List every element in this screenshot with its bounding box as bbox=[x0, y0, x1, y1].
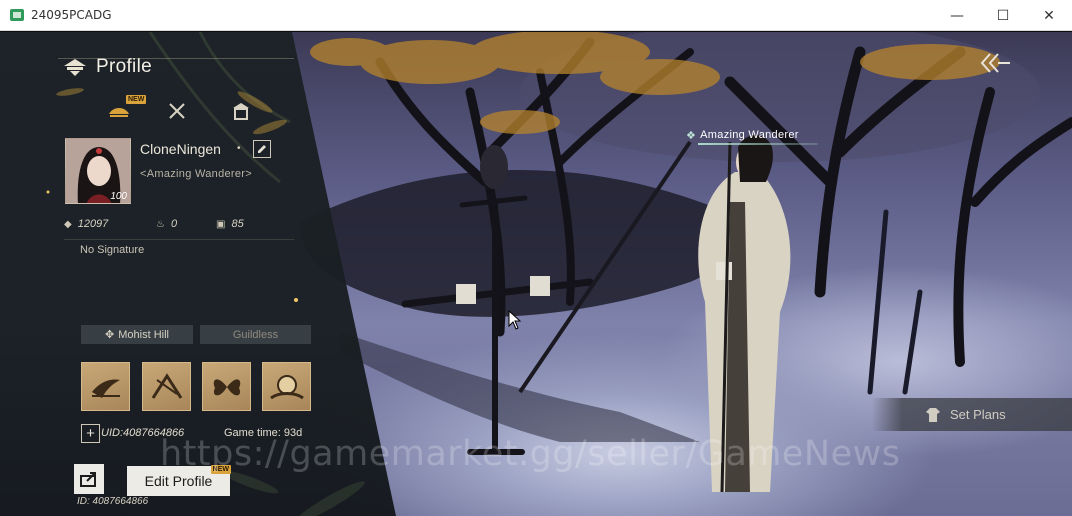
divider bbox=[64, 239, 294, 240]
double-chevron-left-icon bbox=[980, 53, 1010, 73]
new-badge: NEW bbox=[126, 95, 147, 104]
player-name: CloneNingen bbox=[140, 141, 221, 157]
pavilion-icon bbox=[233, 103, 249, 120]
crossed-swords-icon bbox=[169, 103, 185, 119]
avatar[interactable]: 100 bbox=[65, 138, 131, 204]
stat-flame: ♨ 0 bbox=[156, 218, 177, 230]
window-title: 24095PCADG bbox=[31, 8, 112, 22]
badge-slot-4[interactable] bbox=[262, 362, 311, 411]
diamond-icon: ◆ bbox=[64, 218, 72, 230]
crane-badge-icon bbox=[91, 379, 120, 398]
gender-icon: • bbox=[237, 143, 241, 154]
maximize-button[interactable]: ☐ bbox=[980, 0, 1026, 31]
watermark: https://gamemarket.gg/seller/GameNews bbox=[160, 434, 901, 474]
profile-header: Profile bbox=[62, 56, 152, 78]
nameplate-title: Amazing Wanderer bbox=[700, 129, 799, 141]
stats-row: ◆ 12097 ♨ 0 ▣ 85 bbox=[64, 218, 294, 232]
stat-value: 85 bbox=[231, 218, 244, 230]
guild-label[interactable]: Guildless bbox=[200, 325, 311, 344]
stat-value: 0 bbox=[170, 218, 178, 230]
signature-text[interactable]: No Signature bbox=[80, 244, 144, 256]
butterfly-badge-icon bbox=[213, 378, 240, 395]
page-title: Profile bbox=[96, 56, 152, 77]
chart-icon: ▣ bbox=[216, 218, 226, 230]
edit-profile-label: Edit Profile bbox=[144, 473, 213, 489]
edit-name-button[interactable] bbox=[253, 140, 271, 158]
sun-crest-icon bbox=[64, 59, 86, 76]
window-controls: — ☐ ✕ bbox=[934, 0, 1072, 31]
nameplate-icon: ❖ bbox=[686, 129, 697, 142]
profile-tabs: NEW bbox=[90, 95, 300, 124]
game-viewport: Profile NEW 100 CloneNingen • <Amazing W… bbox=[0, 32, 1072, 516]
badge-slot-2[interactable] bbox=[142, 362, 191, 411]
stat-power: ◆ 12097 bbox=[64, 218, 108, 230]
back-button[interactable] bbox=[976, 50, 1014, 76]
share-icon bbox=[80, 472, 96, 487]
badge-slot-1[interactable] bbox=[81, 362, 130, 411]
mouse-cursor-icon bbox=[508, 310, 522, 330]
tab-divider bbox=[58, 58, 294, 59]
set-plans-button[interactable]: Set Plans bbox=[872, 398, 1072, 431]
level-badge: 100 bbox=[110, 191, 127, 202]
tab-combat[interactable] bbox=[162, 98, 192, 124]
nameplate-bar bbox=[698, 143, 818, 145]
sect-icon: ✥ bbox=[105, 329, 115, 341]
pencil-icon bbox=[258, 145, 266, 153]
sun-crest-icon bbox=[109, 108, 129, 117]
sect-name: Mohist Hill bbox=[118, 328, 169, 341]
stat-rank: ▣ 85 bbox=[216, 218, 244, 230]
window-titlebar: 24095PCADG — ☐ ✕ bbox=[0, 0, 1072, 31]
add-button[interactable]: + bbox=[81, 424, 100, 443]
sect-label[interactable]: ✥ Mohist Hill bbox=[81, 325, 193, 344]
close-button[interactable]: ✕ bbox=[1026, 0, 1072, 31]
minimize-button[interactable]: — bbox=[934, 0, 980, 31]
faction-row: ✥ Mohist Hill Guildless bbox=[81, 325, 311, 344]
tab-profile[interactable]: NEW bbox=[104, 95, 147, 124]
player-id: ID: 4087664866 bbox=[77, 496, 149, 507]
outfit-icon bbox=[926, 407, 940, 422]
wind-badge-icon bbox=[151, 372, 182, 399]
flame-icon: ♨ bbox=[156, 218, 165, 230]
set-plans-label: Set Plans bbox=[950, 407, 1006, 422]
player-title: <Amazing Wanderer> bbox=[140, 168, 252, 180]
character-nameplate: ❖ Amazing Wanderer bbox=[686, 126, 818, 145]
share-button[interactable] bbox=[74, 464, 104, 494]
stat-value: 12097 bbox=[77, 218, 109, 230]
app-icon bbox=[10, 9, 24, 21]
tab-home[interactable] bbox=[226, 98, 256, 124]
badge-slot-3[interactable] bbox=[202, 362, 251, 411]
moon-badge-icon bbox=[269, 374, 304, 399]
